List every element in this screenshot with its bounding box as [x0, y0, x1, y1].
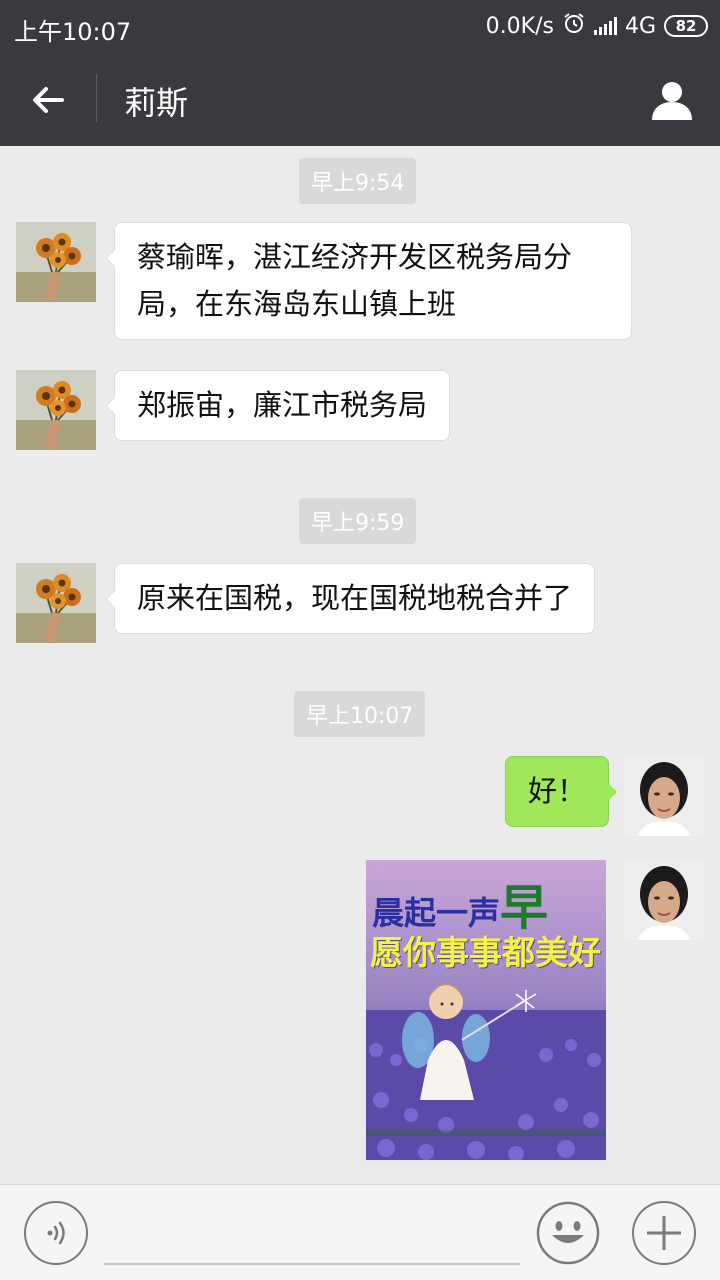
chat-profile-button[interactable]	[644, 72, 700, 128]
alarm-icon	[562, 11, 586, 41]
message-timestamp: 早上10:07	[294, 691, 426, 737]
sunflower-avatar-image	[16, 370, 96, 450]
message-timestamp: 早上9:54	[299, 158, 417, 204]
network-type: 4G	[624, 13, 656, 39]
header-divider	[96, 74, 97, 122]
emoji-button[interactable]	[536, 1201, 600, 1265]
message-input[interactable]	[104, 1201, 520, 1265]
arrow-left-icon	[33, 87, 64, 113]
signal-icon	[593, 17, 617, 35]
chat-title: 莉斯	[124, 84, 189, 122]
my-avatar[interactable]	[624, 860, 704, 940]
my-avatar[interactable]	[624, 756, 704, 836]
sunflower-avatar-image	[16, 563, 96, 643]
emoji-icon	[536, 1201, 600, 1265]
status-indicators: 0.0K/s 4G 82	[486, 12, 708, 40]
message-bubble-received[interactable]: 原来在国税，现在国税地税合并了	[105, 563, 596, 634]
person-icon	[652, 82, 692, 120]
message-text: 郑振宙，廉江市税务局	[137, 388, 428, 422]
sunflower-avatar-image	[16, 222, 96, 302]
message-timestamp: 早上9:59	[299, 498, 417, 544]
status-time: 上午10:07	[14, 18, 132, 46]
message-text: 蔡瑜晖，湛江经济开发区税务局分局，在东海岛东山镇上班	[137, 240, 573, 321]
chat-header: 莉斯	[0, 52, 720, 146]
image-message-sent[interactable]: 晨起一声早 愿你事事都美好	[366, 860, 606, 1160]
message-text: 好！	[528, 774, 587, 808]
battery-icon: 82	[664, 15, 708, 37]
contact-avatar[interactable]	[16, 563, 96, 643]
contact-avatar[interactable]	[16, 222, 96, 302]
user-photo-avatar-image	[624, 860, 704, 940]
battery-level: 82	[675, 17, 697, 35]
more-button[interactable]	[632, 1201, 696, 1265]
message-bubble-sent[interactable]: 好！	[505, 756, 618, 827]
voice-button[interactable]	[24, 1201, 88, 1265]
voice-icon	[47, 1221, 65, 1245]
user-photo-avatar-image	[624, 756, 704, 836]
image-caption-line2: 愿你事事都美好	[370, 933, 601, 972]
network-speed: 0.0K/s	[485, 13, 554, 39]
back-button[interactable]	[20, 72, 76, 128]
contact-avatar[interactable]	[16, 370, 96, 450]
status-bar: 上午10:07 0.0K/s 4G 82	[0, 0, 720, 52]
message-bubble-received[interactable]: 蔡瑜晖，湛江经济开发区税务局分局，在东海岛东山镇上班	[106, 222, 632, 340]
message-text: 原来在国税，现在国税地税合并了	[137, 581, 573, 615]
message-bubble-received[interactable]: 郑振宙，廉江市税务局	[105, 370, 451, 441]
chat-input-bar	[0, 1184, 720, 1280]
plus-icon	[647, 1216, 681, 1250]
